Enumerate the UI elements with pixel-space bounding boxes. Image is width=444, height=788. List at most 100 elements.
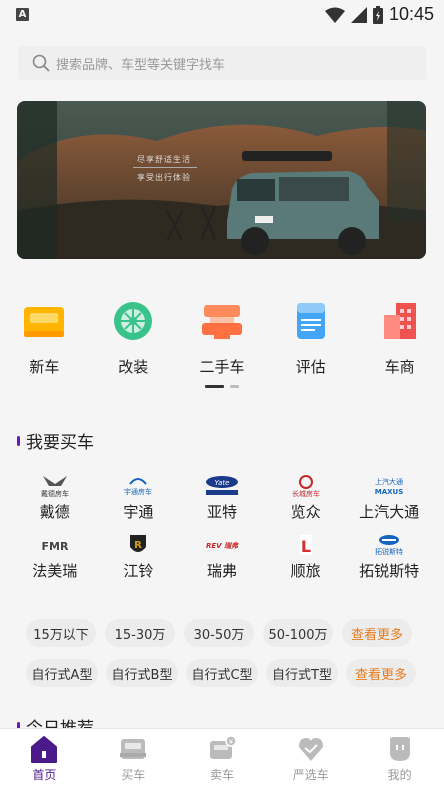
brand-name: 戴德 <box>39 503 70 521</box>
svg-text:¥: ¥ <box>229 738 234 746</box>
category-used-car[interactable]: 二手车 <box>178 298 267 377</box>
brand-logo: FMR <box>33 532 77 558</box>
brand-item[interactable]: 戴德房车 戴德 <box>13 473 97 522</box>
brand-logo: 拓锐斯特 <box>367 532 411 558</box>
tab-buy[interactable]: 买车 <box>89 729 178 788</box>
category-label: 评估 <box>295 358 326 376</box>
brand-item[interactable]: Yate 亚特 <box>180 473 264 522</box>
battery-icon <box>372 5 383 24</box>
clock: 10:45 <box>388 4 434 24</box>
brand-grid: 戴德房车 戴德 宇通房车 宇通 Yate 亚特 长城房车 览众 上汽大通 MAXU… <box>13 473 431 581</box>
brand-item[interactable]: R 江铃 <box>97 532 181 581</box>
indicator-active <box>205 385 224 388</box>
price-filter-row: 15万以下 15-30万 30-50万 50-100万 查看更多 <box>26 619 412 647</box>
brand-name: 上汽大通 <box>359 503 420 521</box>
tab-label: 卖车 <box>209 768 234 782</box>
tab-home[interactable]: 首页 <box>0 729 89 788</box>
brand-logo: L <box>284 532 328 558</box>
brand-logo-text: Yate <box>214 479 229 487</box>
tab-selected-cars[interactable]: 严选车 <box>266 729 355 788</box>
tab-sell[interactable]: ¥ 卖车 <box>178 729 267 788</box>
status-bar: A 10:45 <box>0 0 444 30</box>
brand-name: 顺旅 <box>290 562 321 580</box>
wifi-icon <box>324 7 345 23</box>
chip-price-15-30[interactable]: 15-30万 <box>105 619 175 647</box>
brand-logo-text: 拓锐斯特 <box>375 547 403 556</box>
brand-logo: Yate <box>200 473 244 499</box>
brand-item[interactable]: 上汽大通 MAXUS 上汽大通 <box>347 473 431 522</box>
brand-name: 瑞弗 <box>206 562 237 580</box>
brand-name: 法美瑞 <box>32 562 78 580</box>
profile-icon <box>389 737 410 761</box>
tab-label: 买车 <box>121 768 146 782</box>
brand-item[interactable]: 宇通房车 宇通 <box>97 473 181 522</box>
used-car-icon <box>199 298 245 344</box>
section-title-buy: 我要买车 <box>17 428 94 453</box>
category-new-car[interactable]: 新车 <box>0 298 89 377</box>
brand-logo: 上汽大通 MAXUS <box>367 473 411 499</box>
tab-label: 严选车 <box>292 768 329 782</box>
bottom-tab-bar: 首页 买车 ¥ 卖车 严选车 我的 <box>0 728 444 788</box>
chip-type-a[interactable]: 自行式A型 <box>26 659 98 687</box>
indicator-inactive <box>230 385 239 388</box>
tab-label: 首页 <box>32 768 57 782</box>
tab-profile[interactable]: 我的 <box>355 729 444 788</box>
brand-item[interactable]: FMR 法美瑞 <box>13 532 97 581</box>
new-car-icon <box>21 298 67 344</box>
brand-logo: 长城房车 <box>284 473 328 499</box>
brand-logo: R <box>116 532 160 558</box>
home-icon <box>31 736 58 763</box>
section-accent-bar <box>17 435 20 446</box>
category-dealer[interactable]: 车商 <box>355 298 444 377</box>
brand-item[interactable]: REV 瑞弗 瑞弗 <box>180 532 264 581</box>
chip-type-c[interactable]: 自行式C型 <box>186 659 258 687</box>
brand-item[interactable]: 拓锐斯特 拓锐斯特 <box>347 532 431 581</box>
dealer-icon <box>377 298 423 344</box>
chip-type-b[interactable]: 自行式B型 <box>106 659 178 687</box>
evaluate-icon <box>288 298 334 344</box>
brand-logo-text: REV 瑞弗 <box>206 541 239 550</box>
promo-banner[interactable]: 尽享舒适生活 享受出行体验 <box>17 101 426 259</box>
section-title-text: 我要买车 <box>26 433 94 453</box>
chip-price-under-15[interactable]: 15万以下 <box>26 619 96 647</box>
brand-name: 览众 <box>290 503 321 521</box>
category-row: 新车 改装 二手车 评估 车商 <box>0 298 444 377</box>
banner-text-line2: 享受出行体验 <box>137 173 191 182</box>
brand-logo: REV 瑞弗 <box>200 532 244 558</box>
signal-icon <box>350 6 367 23</box>
brand-logo-text: L <box>300 537 310 556</box>
sell-car-icon: ¥ <box>209 735 237 759</box>
buy-car-icon <box>120 739 147 759</box>
app-notification-icon: A <box>16 8 29 21</box>
category-label: 新车 <box>29 358 60 376</box>
category-evaluate[interactable]: 评估 <box>266 298 355 377</box>
chip-type-more[interactable]: 查看更多 <box>346 659 416 687</box>
search-icon <box>32 54 50 72</box>
banner-divider <box>133 167 197 168</box>
brand-item[interactable]: 长城房车 览众 <box>264 473 348 522</box>
chip-price-50-100[interactable]: 50-100万 <box>263 619 333 647</box>
chip-price-30-50[interactable]: 30-50万 <box>184 619 254 647</box>
search-input[interactable]: 搜索品牌、车型等关键字找车 <box>18 46 426 80</box>
brand-logo-text: R <box>135 540 143 551</box>
category-label: 车商 <box>384 358 415 376</box>
brand-logo-text: 长城房车 <box>292 489 320 498</box>
category-label: 二手车 <box>199 358 245 376</box>
brand-logo-text: FMR <box>41 540 68 553</box>
category-label: 改装 <box>118 358 149 376</box>
banner-text-line1: 尽享舒适生活 <box>137 155 191 164</box>
brand-item[interactable]: L 顺旅 <box>264 532 348 581</box>
heart-check-icon <box>298 738 323 761</box>
brand-logo-text: 戴德房车 <box>41 489 69 498</box>
type-filter-row: 自行式A型 自行式B型 自行式C型 自行式T型 查看更多 <box>26 659 416 687</box>
tab-label: 我的 <box>387 768 412 782</box>
chip-type-t[interactable]: 自行式T型 <box>266 659 338 687</box>
brand-logo: 宇通房车 <box>116 473 160 499</box>
brand-name: 亚特 <box>206 503 237 521</box>
category-modify[interactable]: 改装 <box>89 298 178 377</box>
chip-price-more[interactable]: 查看更多 <box>342 619 412 647</box>
brand-name: 宇通 <box>123 503 154 521</box>
wheel-icon <box>110 298 156 344</box>
brand-logo-text: 宇通房车 <box>124 487 152 496</box>
svg-text:上汽大通: 上汽大通 <box>375 477 403 486</box>
